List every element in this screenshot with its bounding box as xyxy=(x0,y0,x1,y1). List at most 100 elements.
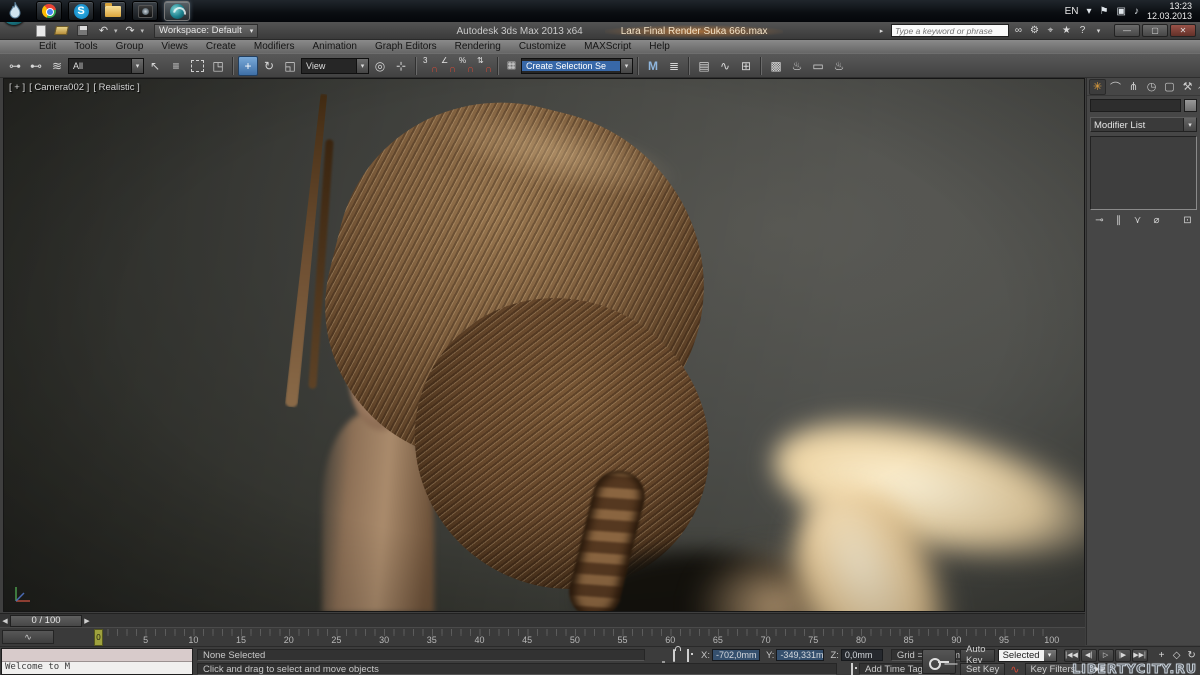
minimize-button[interactable]: — xyxy=(1114,24,1140,37)
taskbar-media-button[interactable] xyxy=(132,1,158,21)
command-panel-tab[interactable]: ⋔ xyxy=(1125,79,1142,95)
listener-output-row[interactable]: Welcome to M xyxy=(2,662,192,674)
viewport-nav-button[interactable]: ◇ xyxy=(1170,649,1184,662)
edit-named-selection-sets-button[interactable]: ▦ xyxy=(503,56,520,76)
object-color-swatch[interactable] xyxy=(1184,99,1197,112)
object-name-field[interactable] xyxy=(1090,99,1181,112)
command-panel-tab[interactable]: ⚒ xyxy=(1179,79,1196,95)
select-and-scale-button[interactable]: ◱ xyxy=(280,56,300,76)
time-tag-icon[interactable] xyxy=(845,664,859,675)
favorites-star-icon[interactable]: ★ xyxy=(1060,25,1073,36)
selection-filter-dropdown[interactable]: All ▾ xyxy=(68,58,144,74)
playback-button[interactable]: |▶ xyxy=(1115,649,1131,662)
selection-lock-icon[interactable] xyxy=(667,650,681,661)
playback-button[interactable]: ◀| xyxy=(1081,649,1097,662)
time-slider[interactable]: ◀ 0 / 100 ▶ xyxy=(0,613,1085,627)
command-panel-tab[interactable]: ⌒ xyxy=(1107,79,1124,95)
key-mode-dropdown[interactable]: Selected ▾ xyxy=(998,649,1057,662)
menu-item[interactable]: Graph Editors xyxy=(366,40,446,53)
next-frame-arrow[interactable]: ▶ xyxy=(82,615,92,627)
set-keys-button[interactable] xyxy=(922,649,956,674)
volume-icon[interactable]: ♪ xyxy=(1134,6,1139,17)
track-bar[interactable]: ∿ 05101520253035404550556065707580859095… xyxy=(0,627,1085,646)
communication-center-icon[interactable]: ⌖ xyxy=(1044,25,1057,36)
select-and-move-button[interactable]: + xyxy=(238,56,258,76)
absolute-offset-toggle[interactable] xyxy=(681,650,695,661)
window-crossing-button[interactable]: ◳ xyxy=(208,56,228,76)
menu-item[interactable]: Customize xyxy=(510,40,575,53)
snap-toggle-button[interactable]: 3 ∩ xyxy=(421,56,439,75)
select-by-name-button[interactable]: ≡ xyxy=(166,56,186,76)
command-panel-tab[interactable]: ✳ xyxy=(1089,79,1106,95)
menu-item[interactable]: MAXScript xyxy=(575,40,640,53)
search-input[interactable] xyxy=(891,24,1009,37)
auto-key-button[interactable]: Auto Key xyxy=(960,649,995,662)
tray-window-icon[interactable]: ▣ xyxy=(1117,6,1126,17)
playback-button[interactable]: ▷ xyxy=(1098,649,1114,662)
rectangular-selection-button[interactable] xyxy=(187,56,207,76)
render-setup-button[interactable]: ♨ xyxy=(787,56,807,76)
taskbar-folder-button[interactable] xyxy=(100,1,126,21)
undo-button[interactable]: ↶ xyxy=(95,23,112,38)
y-coordinate-field[interactable]: -349,331m xyxy=(776,649,824,661)
viewport-nav-button[interactable]: + xyxy=(1155,649,1169,662)
camera-viewport[interactable]: [ + ] [ Camera002 ] [ Realistic ] xyxy=(3,78,1085,612)
modifier-stack-list[interactable] xyxy=(1090,136,1197,210)
language-indicator[interactable]: EN xyxy=(1065,6,1079,17)
taskbar-3dsmax-button[interactable] xyxy=(164,1,190,21)
viewport-menu-plus[interactable]: [ + ] xyxy=(9,82,25,93)
unlink-selection-button[interactable]: ⊷ xyxy=(26,56,46,76)
menu-item[interactable]: Help xyxy=(640,40,679,53)
x-coordinate-field[interactable]: -702,0mm xyxy=(712,649,760,661)
maxscript-mini-listener[interactable]: Welcome to M xyxy=(1,648,193,675)
menu-item[interactable]: Edit xyxy=(30,40,65,53)
coordinate-system-dropdown[interactable]: View ▾ xyxy=(301,58,369,74)
menu-item[interactable]: Views xyxy=(152,40,197,53)
close-button[interactable]: ✕ xyxy=(1170,24,1196,37)
time-slider-thumb[interactable]: 0 / 100 xyxy=(10,615,82,627)
use-pivot-center-button[interactable]: ◎ xyxy=(370,56,390,76)
new-file-button[interactable] xyxy=(32,23,49,38)
redo-dropdown-icon[interactable]: ▾ xyxy=(141,27,145,35)
help-icon[interactable]: ? xyxy=(1076,25,1089,36)
stack-tool-button[interactable]: ⌀ xyxy=(1148,213,1165,227)
playback-button[interactable]: ▶▶| xyxy=(1132,649,1148,662)
listener-macro-row[interactable] xyxy=(2,649,192,662)
align-button[interactable]: ≣ xyxy=(664,56,684,76)
viewport-camera-label[interactable]: [ Camera002 ] xyxy=(29,82,89,93)
current-frame-marker[interactable]: 0 xyxy=(94,629,103,646)
command-panel-tab[interactable]: ▢ xyxy=(1161,79,1178,95)
named-selection-set-dropdown[interactable]: Create Selection Se ▾ xyxy=(521,58,633,74)
menu-item[interactable]: Modifiers xyxy=(245,40,304,53)
set-key-button[interactable]: Set Key xyxy=(960,663,1005,675)
taskbar-chrome-button[interactable] xyxy=(36,1,62,21)
open-mini-curve-editor-button[interactable]: ∿ xyxy=(2,630,54,644)
menu-item[interactable]: Create xyxy=(197,40,245,53)
snap-toggle-button[interactable]: % ∩ xyxy=(457,56,475,75)
subscription-wrench-icon[interactable]: ⚙ xyxy=(1028,25,1041,36)
previous-frame-arrow[interactable]: ◀ xyxy=(0,615,10,627)
select-object-button[interactable]: ↖ xyxy=(145,56,165,76)
bind-to-spacewarp-button[interactable]: ≋ xyxy=(47,56,67,76)
key-filters-curve-icon[interactable]: ∿ xyxy=(1010,663,1019,675)
menu-item[interactable]: Group xyxy=(107,40,153,53)
redo-button[interactable]: ↷ xyxy=(122,23,139,38)
snap-toggle-button[interactable]: ⇅ ∩ xyxy=(475,56,493,75)
material-editor-button[interactable]: ▩ xyxy=(766,56,786,76)
taskbar-skype-button[interactable]: S xyxy=(68,1,94,21)
restore-button[interactable]: ▢ xyxy=(1142,24,1168,37)
menu-item[interactable]: Rendering xyxy=(446,40,510,53)
notification-flag-icon[interactable]: ⚑ xyxy=(1100,6,1109,17)
infocenter-collapse-icon[interactable]: ▸ xyxy=(875,27,888,35)
snap-toggle-button[interactable]: ∠ ∩ xyxy=(439,56,457,75)
stack-tool-button[interactable]: ⋎ xyxy=(1129,213,1146,227)
rendered-frame-window-button[interactable]: ▭ xyxy=(808,56,828,76)
stack-tool-button[interactable]: ⊸ xyxy=(1091,213,1108,227)
system-clock[interactable]: 13:23 12.03.2013 xyxy=(1147,1,1192,21)
open-file-button[interactable] xyxy=(53,23,70,38)
stack-tool-button[interactable]: ∥ xyxy=(1110,213,1127,227)
select-and-link-button[interactable]: ⊶ xyxy=(5,56,25,76)
viewport-shading-label[interactable]: [ Realistic ] xyxy=(93,82,139,93)
select-and-manipulate-button[interactable]: ⊹ xyxy=(391,56,411,76)
render-production-button[interactable]: ♨ xyxy=(829,56,849,76)
